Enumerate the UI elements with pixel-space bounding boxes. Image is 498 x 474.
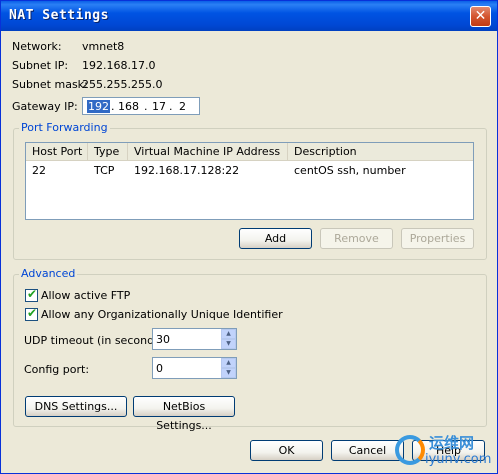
udp-timeout-value[interactable]: 30 <box>156 333 170 346</box>
network-value: vmnet8 <box>82 40 125 53</box>
remove-button[interactable]: Remove <box>320 228 393 249</box>
column-vm-ip[interactable]: Virtual Machine IP Address <box>128 143 288 160</box>
udp-timeout-stepper[interactable]: 30 ▲ ▼ <box>152 328 237 350</box>
gateway-dot: . <box>144 100 148 113</box>
add-button[interactable]: Add <box>239 228 312 249</box>
title-bar[interactable]: NAT Settings ✕ <box>1 1 497 31</box>
allow-ftp-checkbox[interactable]: ✔ <box>25 287 38 302</box>
row-host-port[interactable]: 22 <box>32 164 46 177</box>
gateway-label: Gateway IP: <box>12 100 78 113</box>
config-port-label: Config port: <box>24 363 90 376</box>
config-port-value[interactable]: 0 <box>156 362 163 375</box>
properties-button[interactable]: Properties <box>401 228 474 249</box>
port-forwarding-title: Port Forwarding <box>19 121 110 134</box>
subnet-mask-label: Subnet mask: <box>12 78 88 91</box>
close-button[interactable]: ✕ <box>470 6 491 27</box>
subnet-mask-value: 255.255.255.0 <box>82 78 163 91</box>
spin-down-icon[interactable]: ▼ <box>221 368 236 378</box>
netbios-settings-button[interactable]: NetBios Settings... <box>133 396 235 432</box>
network-label: Network: <box>12 40 62 53</box>
ok-button[interactable]: OK <box>250 440 323 461</box>
gateway-ip-input[interactable]: 192 . 168 . 17 . 2 <box>82 97 200 115</box>
spin-down-icon[interactable]: ▼ <box>221 339 236 349</box>
port-forwarding-list[interactable]: Host Port Type Virtual Machine IP Addres… <box>25 142 474 220</box>
udp-timeout-label: UDP timeout (in seconds): <box>24 334 168 347</box>
window-title: NAT Settings <box>9 8 109 23</box>
subnet-ip-label: Subnet IP: <box>12 59 69 72</box>
column-description[interactable]: Description <box>288 143 473 160</box>
column-host-port[interactable]: Host Port <box>26 143 88 160</box>
watermark: 运维网 iyunv.com <box>393 431 495 471</box>
watermark-line1: 运维网 <box>429 434 475 452</box>
gateway-octet-2[interactable]: 168 <box>118 100 139 113</box>
column-type[interactable]: Type <box>88 143 128 160</box>
list-header: Host Port Type Virtual Machine IP Addres… <box>26 143 473 161</box>
nat-settings-dialog: NAT Settings ✕ Network: vmnet8 Subnet IP… <box>0 0 498 474</box>
allow-ftp-label[interactable]: Allow active FTP <box>41 289 130 302</box>
gateway-octet-1[interactable]: 192 <box>87 100 110 113</box>
config-port-stepper[interactable]: 0 ▲ ▼ <box>152 357 237 379</box>
checkmark-icon: ✔ <box>27 287 38 301</box>
advanced-title: Advanced <box>19 267 78 280</box>
watermark-logo-icon <box>395 435 425 465</box>
dns-settings-button[interactable]: DNS Settings... <box>25 396 127 417</box>
gateway-octet-3[interactable]: 17 <box>152 100 166 113</box>
allow-oui-label[interactable]: Allow any Organizationally Unique Identi… <box>41 308 283 321</box>
row-description[interactable]: centOS ssh, number <box>294 164 406 177</box>
gateway-dot: . <box>111 100 115 113</box>
spin-up-icon[interactable]: ▲ <box>221 358 236 368</box>
gateway-dot: . <box>169 100 173 113</box>
spin-up-icon[interactable]: ▲ <box>221 329 236 339</box>
row-type[interactable]: TCP <box>94 164 114 177</box>
row-vm-ip[interactable]: 192.168.17.128:22 <box>134 164 239 177</box>
allow-oui-checkbox[interactable]: ✔ <box>25 306 38 321</box>
subnet-ip-value: 192.168.17.0 <box>82 59 156 72</box>
watermark-line2: iyunv.com <box>425 452 492 467</box>
gateway-octet-4[interactable]: 2 <box>179 100 186 113</box>
checkmark-icon: ✔ <box>27 306 38 320</box>
